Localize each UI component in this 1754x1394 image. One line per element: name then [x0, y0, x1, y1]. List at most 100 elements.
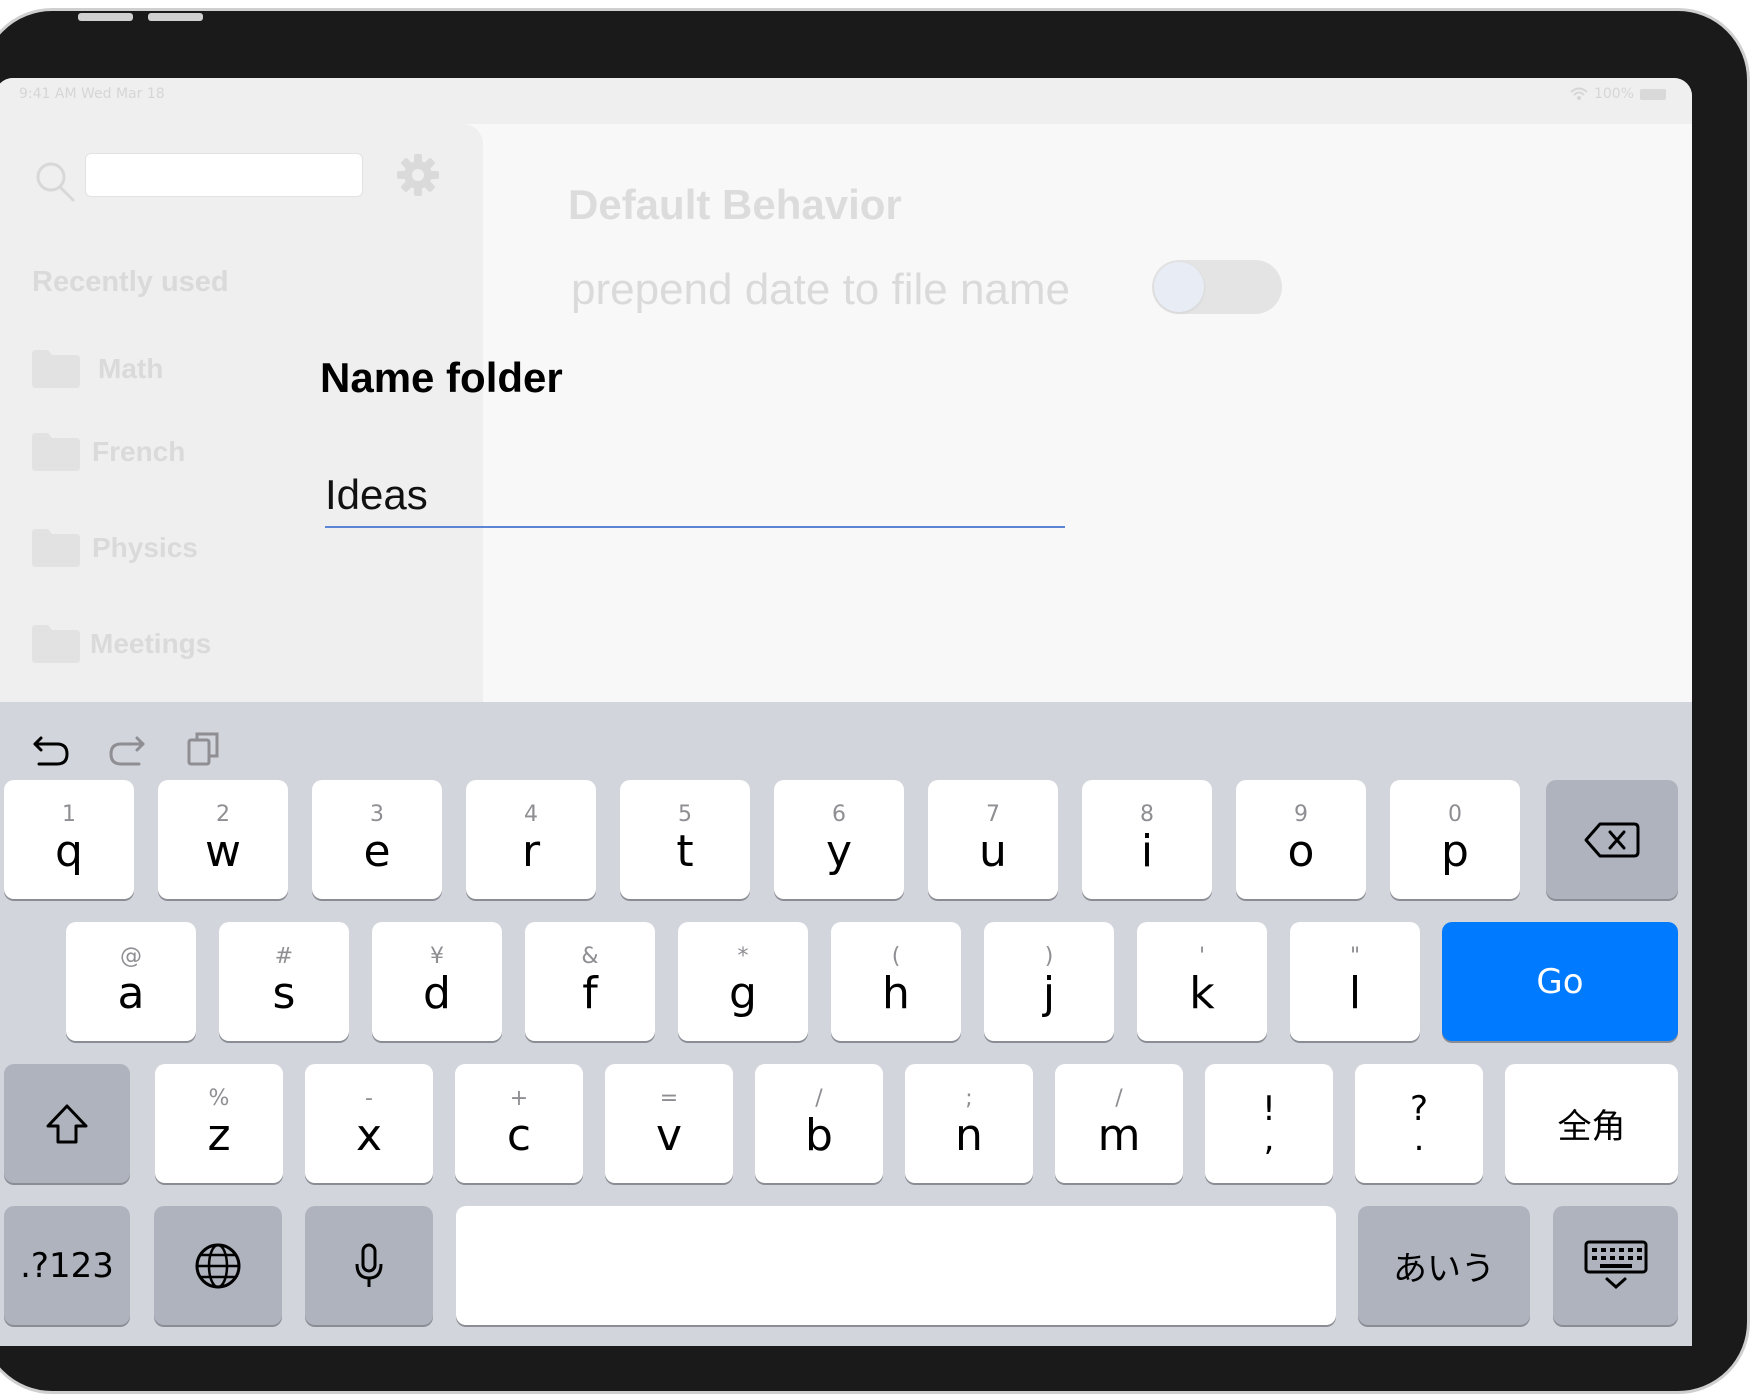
key-main: b [805, 1109, 833, 1161]
settings-title: Default Behavior [568, 181, 902, 228]
key-alt: 5 [678, 801, 692, 827]
key-d[interactable]: ¥ d [372, 922, 502, 1041]
key-alt: = [659, 1085, 679, 1111]
key-alt: ) [1044, 943, 1054, 969]
status-right: 100% [1570, 86, 1666, 102]
key-exclaim-comma[interactable]: !, [1205, 1064, 1333, 1183]
search-icon[interactable] [33, 159, 77, 203]
key-alt: % [208, 1085, 230, 1111]
key-f[interactable]: & f [525, 922, 655, 1041]
numbers-key[interactable]: .?123 [4, 1206, 130, 1325]
key-alt: 3 [370, 801, 384, 827]
redo-icon[interactable] [105, 726, 149, 770]
key-t[interactable]: 5t [620, 780, 750, 899]
dismiss-keyboard-key[interactable] [1553, 1206, 1678, 1325]
key-w[interactable]: 2w [158, 780, 288, 899]
key-alt: - [365, 1085, 373, 1111]
key-e[interactable]: 3e [312, 780, 442, 899]
key-q[interactable]: 1q [4, 780, 134, 899]
key-bottom: . [1413, 1118, 1425, 1159]
key-question-period[interactable]: ?. [1355, 1064, 1483, 1183]
go-key[interactable]: Go [1442, 922, 1678, 1041]
globe-key[interactable] [154, 1206, 282, 1325]
key-x[interactable]: -x [305, 1064, 433, 1183]
key-o[interactable]: 9o [1236, 780, 1366, 899]
key-main: y [825, 825, 853, 877]
key-h[interactable]: (h [831, 922, 961, 1041]
battery-percent: 100% [1593, 86, 1634, 102]
key-alt: @ [120, 943, 142, 969]
folder-item-french[interactable]: French [32, 433, 185, 471]
key-k[interactable]: ' k [1137, 922, 1267, 1041]
screen: 9:41 AM Wed Mar 18 100% Recently used Ma… [0, 78, 1692, 1346]
gear-icon[interactable] [395, 152, 441, 198]
key-j[interactable]: ) j [984, 922, 1114, 1041]
microphone-icon [355, 1243, 383, 1287]
shift-key[interactable] [4, 1064, 130, 1183]
space-key[interactable] [456, 1206, 1336, 1325]
key-p[interactable]: 0p [1390, 780, 1520, 899]
key-s[interactable]: # s [219, 922, 349, 1041]
keyboard: 1q 2w 3e 4r 5t 6y 7u 8i 9o 0p @ a # s ¥ d &… [0, 702, 1692, 1346]
delete-key[interactable] [1546, 780, 1678, 899]
keyboard-dismiss-icon [1584, 1240, 1647, 1289]
key-y[interactable]: 6y [774, 780, 904, 899]
kana-label: あいう [1393, 1249, 1495, 1289]
recently-used-heading: Recently used [32, 266, 229, 298]
folder-item-math[interactable]: Math [32, 350, 163, 388]
key-main: l [1348, 967, 1362, 1019]
key-alt: ¥ [430, 943, 444, 969]
key-main: r [521, 825, 541, 877]
prepend-date-toggle[interactable] [1152, 260, 1282, 314]
folder-label: Meetings [90, 628, 212, 659]
folder-item-meetings[interactable]: Meetings [32, 625, 211, 663]
key-main: c [506, 1109, 532, 1161]
microphone-key[interactable] [305, 1206, 433, 1325]
key-main: a [117, 967, 145, 1019]
globe-icon [195, 1243, 241, 1288]
undo-icon[interactable] [29, 726, 73, 770]
key-i[interactable]: 8i [1082, 780, 1212, 899]
key-main: p [1441, 825, 1469, 877]
key-main: j [1042, 967, 1056, 1019]
delete-icon [1584, 822, 1640, 857]
folder-label: Physics [92, 532, 198, 563]
folder-icon [32, 529, 80, 567]
key-g[interactable]: * g [678, 922, 808, 1041]
key-b[interactable]: / b [755, 1064, 883, 1183]
folder-item-physics[interactable]: Physics [32, 529, 198, 567]
zenkaku-label: 全角 [1557, 1107, 1626, 1147]
key-main: g [729, 967, 757, 1019]
key-main: e [363, 825, 391, 877]
zenkaku-key[interactable]: 全角 [1505, 1064, 1678, 1183]
go-label: Go [1536, 961, 1584, 1002]
key-main: f [582, 967, 598, 1019]
key-alt: ( [891, 943, 901, 969]
kana-key[interactable]: あいう [1358, 1206, 1530, 1325]
key-alt: ; [965, 1085, 973, 1111]
key-c[interactable]: + c [455, 1064, 583, 1183]
toggle-knob [1154, 262, 1204, 312]
key-main: s [272, 967, 296, 1019]
dialog-title: Name folder [320, 354, 563, 401]
ipad-frame: 9:41 AM Wed Mar 18 100% Recently used Ma… [0, 8, 1750, 1394]
key-main: m [1097, 1109, 1141, 1161]
key-bottom: , [1263, 1118, 1275, 1159]
volume-button [78, 13, 133, 21]
key-u[interactable]: 7u [928, 780, 1058, 899]
folder-name-input[interactable] [325, 470, 1065, 528]
folder-icon [32, 433, 80, 471]
key-a[interactable]: @ a [66, 922, 196, 1041]
key-r[interactable]: 4r [466, 780, 596, 899]
paste-icon[interactable] [181, 726, 225, 770]
key-z[interactable]: % z [155, 1064, 283, 1183]
search-input[interactable] [85, 153, 363, 197]
key-m[interactable]: / m [1055, 1064, 1183, 1183]
key-l[interactable]: " l [1290, 922, 1420, 1041]
key-v[interactable]: = v [605, 1064, 733, 1183]
key-alt: 0 [1448, 801, 1462, 827]
key-alt: ' [1198, 943, 1206, 969]
key-alt: 1 [62, 801, 76, 827]
key-main: h [882, 967, 910, 1019]
key-n[interactable]: ; n [905, 1064, 1033, 1183]
